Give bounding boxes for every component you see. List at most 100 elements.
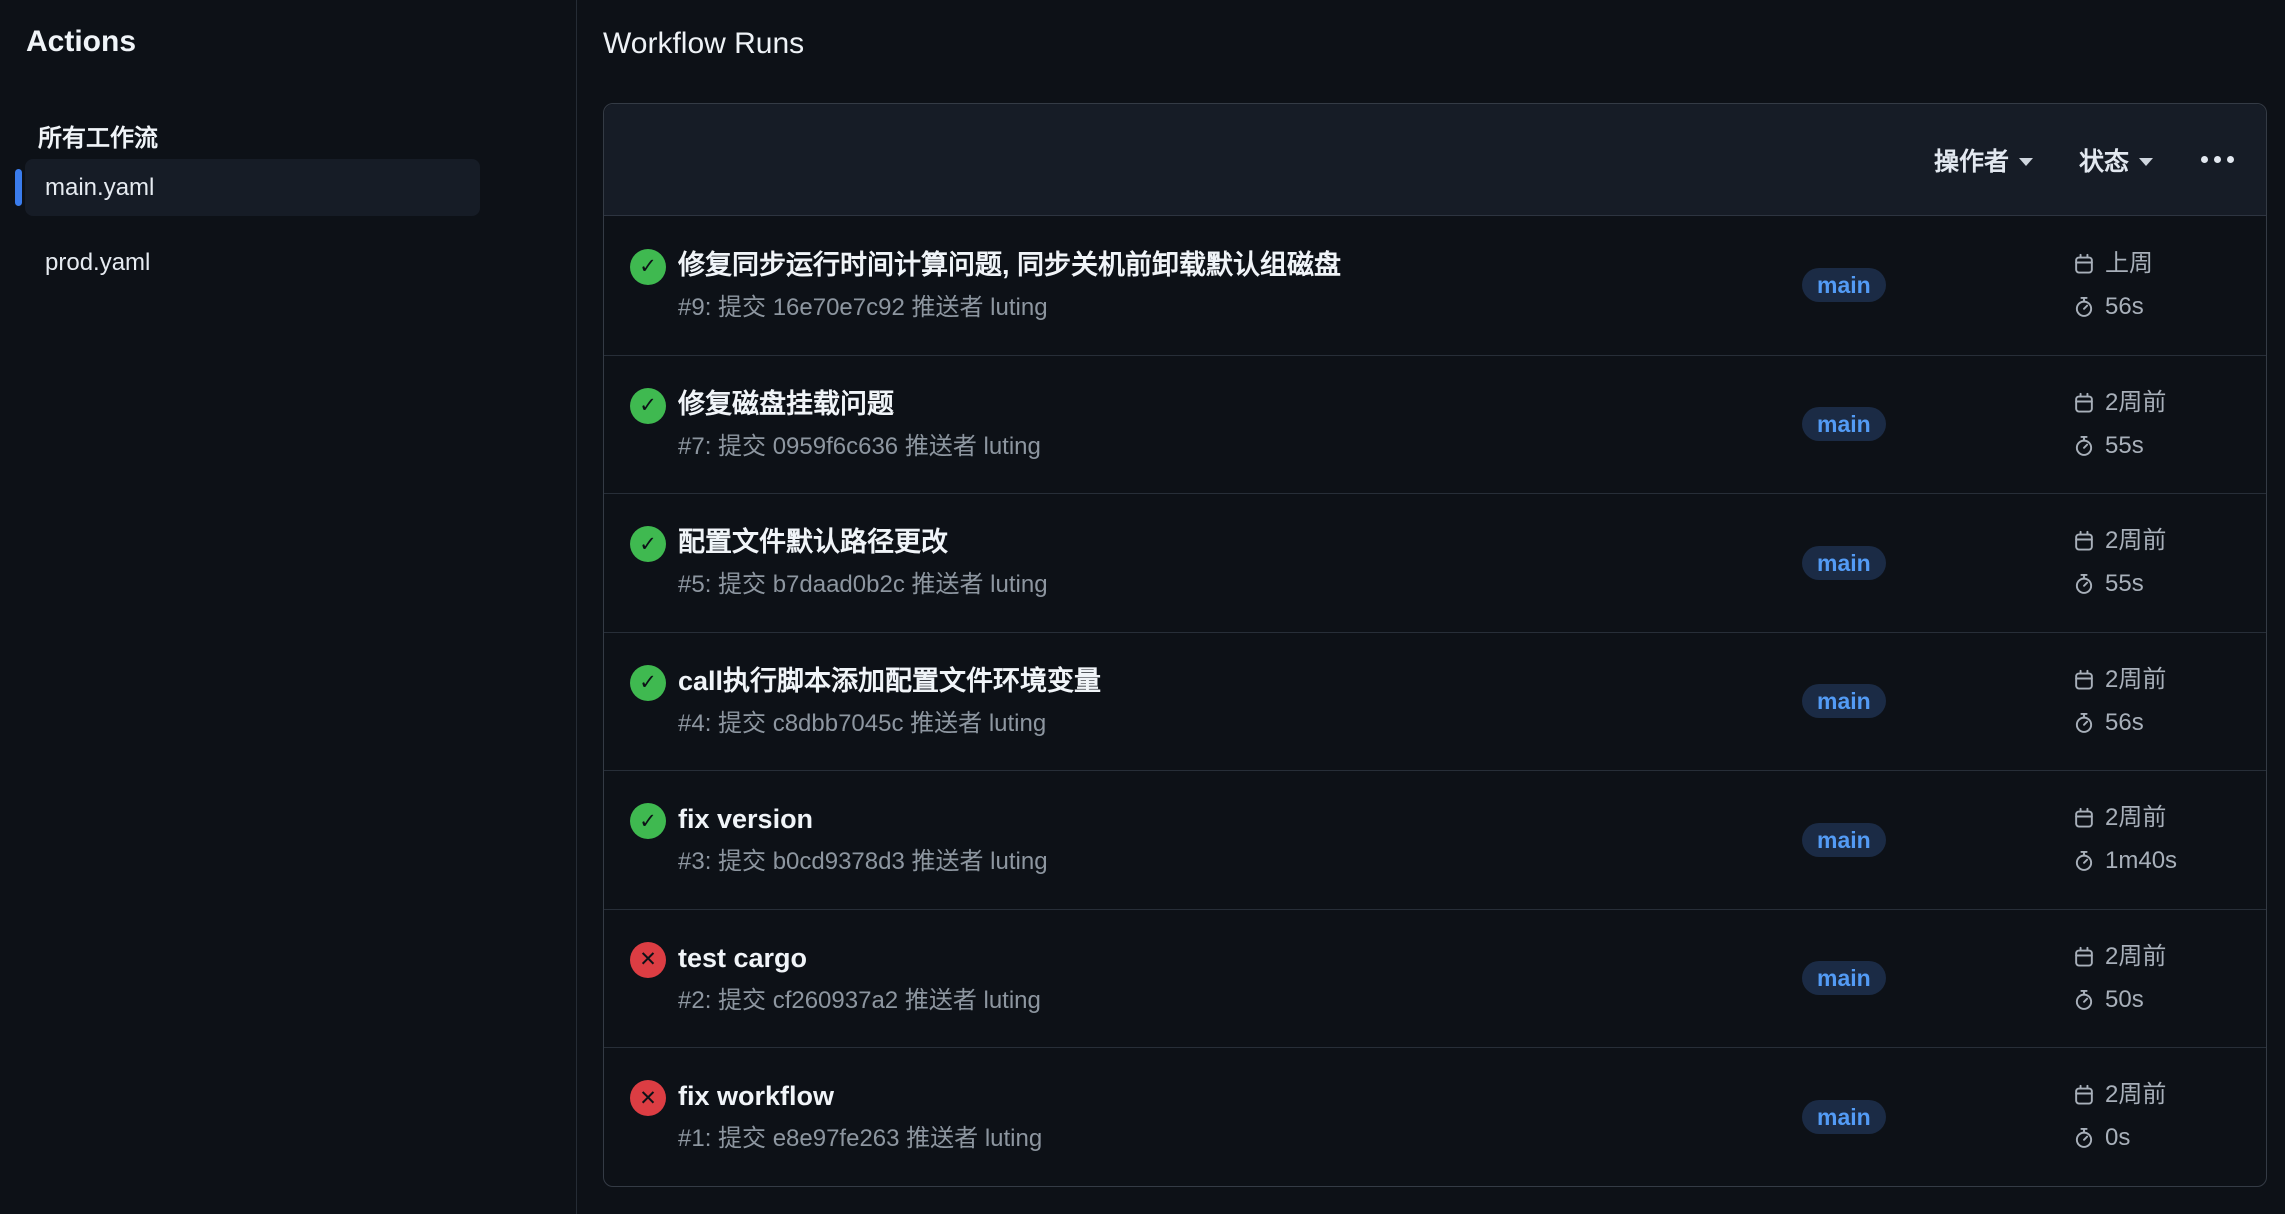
run-date-line: 2周前 [2073,524,2240,558]
run-duration: 56s [2105,706,2144,740]
run-date: 2周前 [2105,940,2166,974]
workflow-runs-panel: Workflow Runs 操作者 状态 ✓ [577,0,2285,1214]
branch-badge[interactable]: main [1802,823,1886,857]
run-timing-cell: 2周前 50s [2068,940,2240,1017]
run-date: 2周前 [2105,801,2166,835]
run-date: 2周前 [2105,663,2166,697]
workflow-run-row: ✓ 修复同步运行时间计算问题, 同步关机前卸载默认组磁盘 #9: 提交 16e7… [604,216,2266,355]
run-title-link[interactable]: fix workflow [678,1078,1042,1114]
run-title-link[interactable]: 配置文件默认路径更改 [678,524,1048,560]
run-summary: ✓ call执行脚本添加配置文件环境变量 #4: 提交 c8dbb7045c 推… [630,663,1802,740]
run-date: 2周前 [2105,524,2166,558]
x-circle-icon: ✕ [630,942,666,978]
run-title-link[interactable]: 修复同步运行时间计算问题, 同步关机前卸载默认组磁盘 [678,247,1341,283]
x-circle-icon: ✕ [630,1080,666,1116]
run-summary: ✕ fix workflow #1: 提交 e8e97fe263 推送者 lut… [630,1078,1802,1155]
run-commit-info: #1: 提交 e8e97fe263 推送者 luting [678,1123,1042,1155]
run-branch-cell: main [1802,1100,2068,1134]
all-workflows-label: 所有工作流 [38,125,158,152]
workflow-run-row: ✕ fix workflow #1: 提交 e8e97fe263 推送者 lut… [604,1047,2266,1186]
branch-badge[interactable]: main [1802,407,1886,441]
selected-accent-bar [15,169,22,206]
run-date-line: 2周前 [2073,386,2240,420]
stopwatch-icon [2073,435,2095,457]
calendar-icon [2073,1084,2095,1106]
run-duration-line: 56s [2073,706,2240,740]
workflow-run-row: ✓ 修复磁盘挂载问题 #7: 提交 0959f6c636 推送者 luting … [604,355,2266,494]
status-filter-button[interactable]: 状态 [2079,142,2153,178]
check-circle-icon: ✓ [630,388,666,424]
check-circle-icon: ✓ [630,526,666,562]
workflows-sidebar: Actions 所有工作流 main.yaml prod.yaml [0,0,577,1214]
branch-badge[interactable]: main [1802,1100,1886,1134]
run-branch-cell: main [1802,268,2068,302]
run-commit-info: #9: 提交 16e70e7c92 推送者 luting [678,292,1341,324]
sidebar-item-all-workflows[interactable]: 所有工作流 [25,118,480,159]
run-summary: ✓ 修复磁盘挂载问题 #7: 提交 0959f6c636 推送者 luting [630,386,1802,463]
run-duration-line: 56s [2073,290,2240,324]
run-branch-cell: main [1802,684,2068,718]
workflow-run-row: ✓ call执行脚本添加配置文件环境变量 #4: 提交 c8dbb7045c 推… [604,632,2266,771]
calendar-icon [2073,807,2095,829]
run-branch-cell: main [1802,546,2068,580]
run-date-line: 2周前 [2073,1078,2240,1112]
sidebar-title: Actions [26,22,576,62]
run-title-link[interactable]: test cargo [678,940,1041,976]
sidebar-item-main-yaml[interactable]: main.yaml [25,159,480,216]
calendar-icon [2073,946,2095,968]
run-timing-cell: 2周前 0s [2068,1078,2240,1155]
sidebar-item-prod-yaml[interactable]: prod.yaml [25,234,480,291]
workflow-run-row: ✓ fix version #3: 提交 b0cd9378d3 推送者 luti… [604,770,2266,909]
run-duration-line: 50s [2073,983,2240,1017]
run-date-line: 2周前 [2073,801,2240,835]
workflow-nav: 所有工作流 main.yaml prod.yaml [25,118,480,291]
branch-badge[interactable]: main [1802,684,1886,718]
run-duration-line: 1m40s [2073,844,2240,878]
calendar-icon [2073,392,2095,414]
branch-badge[interactable]: main [1802,961,1886,995]
run-duration: 55s [2105,567,2144,601]
calendar-icon [2073,669,2095,691]
run-summary: ✓ fix version #3: 提交 b0cd9378d3 推送者 luti… [630,801,1802,878]
run-duration-line: 55s [2073,429,2240,463]
run-timing-cell: 2周前 55s [2068,386,2240,463]
run-commit-info: #7: 提交 0959f6c636 推送者 luting [678,431,1041,463]
status-filter-label: 状态 [2079,142,2129,178]
run-title-link[interactable]: fix version [678,801,1048,837]
run-date-line: 2周前 [2073,663,2240,697]
runs-list: ✓ 修复同步运行时间计算问题, 同步关机前卸载默认组磁盘 #9: 提交 16e7… [604,216,2266,1186]
run-duration-line: 55s [2073,567,2240,601]
stopwatch-icon [2073,712,2095,734]
run-duration: 56s [2105,290,2144,324]
run-branch-cell: main [1802,823,2068,857]
run-duration-line: 0s [2073,1121,2240,1155]
stopwatch-icon [2073,1127,2095,1149]
run-timing-cell: 2周前 1m40s [2068,801,2240,878]
run-title-link[interactable]: call执行脚本添加配置文件环境变量 [678,663,1101,699]
stopwatch-icon [2073,850,2095,872]
main-yaml-label: main.yaml [45,174,154,201]
check-circle-icon: ✓ [630,665,666,701]
more-options-button[interactable] [2199,150,2236,169]
runs-container: 操作者 状态 ✓ 修复同步运行时间计算问题, 同步关机前卸载默认组磁盘 #9: [603,103,2267,1187]
run-commit-info: #4: 提交 c8dbb7045c 推送者 luting [678,708,1101,740]
run-timing-cell: 上周 56s [2068,247,2240,324]
actor-filter-label: 操作者 [1934,142,2009,178]
run-branch-cell: main [1802,961,2068,995]
actor-filter-button[interactable]: 操作者 [1934,142,2033,178]
run-branch-cell: main [1802,407,2068,441]
run-date: 2周前 [2105,1078,2166,1112]
branch-badge[interactable]: main [1802,268,1886,302]
run-date: 上周 [2105,247,2153,281]
chevron-down-icon [2019,158,2033,166]
prod-yaml-label: prod.yaml [45,249,150,276]
branch-badge[interactable]: main [1802,546,1886,580]
run-duration: 55s [2105,429,2144,463]
run-date-line: 上周 [2073,247,2240,281]
run-timing-cell: 2周前 56s [2068,663,2240,740]
run-date-line: 2周前 [2073,940,2240,974]
actions-page: Actions 所有工作流 main.yaml prod.yaml Workfl… [0,0,2285,1214]
kebab-horizontal-icon [2201,156,2234,163]
check-circle-icon: ✓ [630,249,666,285]
run-title-link[interactable]: 修复磁盘挂载问题 [678,386,1041,422]
